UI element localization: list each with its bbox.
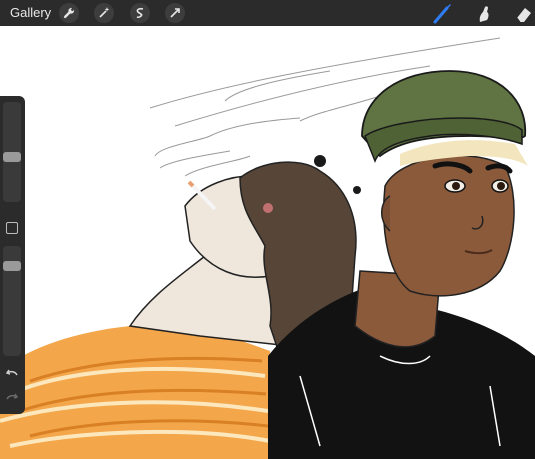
brush-size-slider[interactable] xyxy=(3,102,21,202)
artwork xyxy=(0,37,535,459)
opacity-thumb[interactable] xyxy=(3,261,21,271)
actions-button[interactable] xyxy=(59,3,79,23)
selection-icon xyxy=(136,7,144,19)
opacity-slider[interactable] xyxy=(3,246,21,356)
brush-sidebar xyxy=(0,96,25,414)
drawing-canvas[interactable] xyxy=(0,26,535,459)
transform-icon xyxy=(170,8,180,18)
dark-face xyxy=(382,154,515,297)
top-toolbar: Gallery xyxy=(0,0,535,26)
transform-button[interactable] xyxy=(165,3,185,23)
gallery-button[interactable]: Gallery xyxy=(10,5,51,20)
smudge-icon[interactable] xyxy=(473,3,495,25)
undo-icon[interactable] xyxy=(5,366,19,380)
eraser-icon[interactable] xyxy=(512,3,534,25)
selection-button[interactable] xyxy=(130,3,150,23)
magic-wand-icon xyxy=(99,7,110,18)
wrench-icon xyxy=(63,7,75,19)
modify-button[interactable] xyxy=(6,222,18,234)
redo-icon[interactable] xyxy=(5,390,19,404)
adjustments-button[interactable] xyxy=(94,3,114,23)
brush-size-thumb[interactable] xyxy=(3,151,21,162)
brush-icon[interactable] xyxy=(431,3,453,25)
